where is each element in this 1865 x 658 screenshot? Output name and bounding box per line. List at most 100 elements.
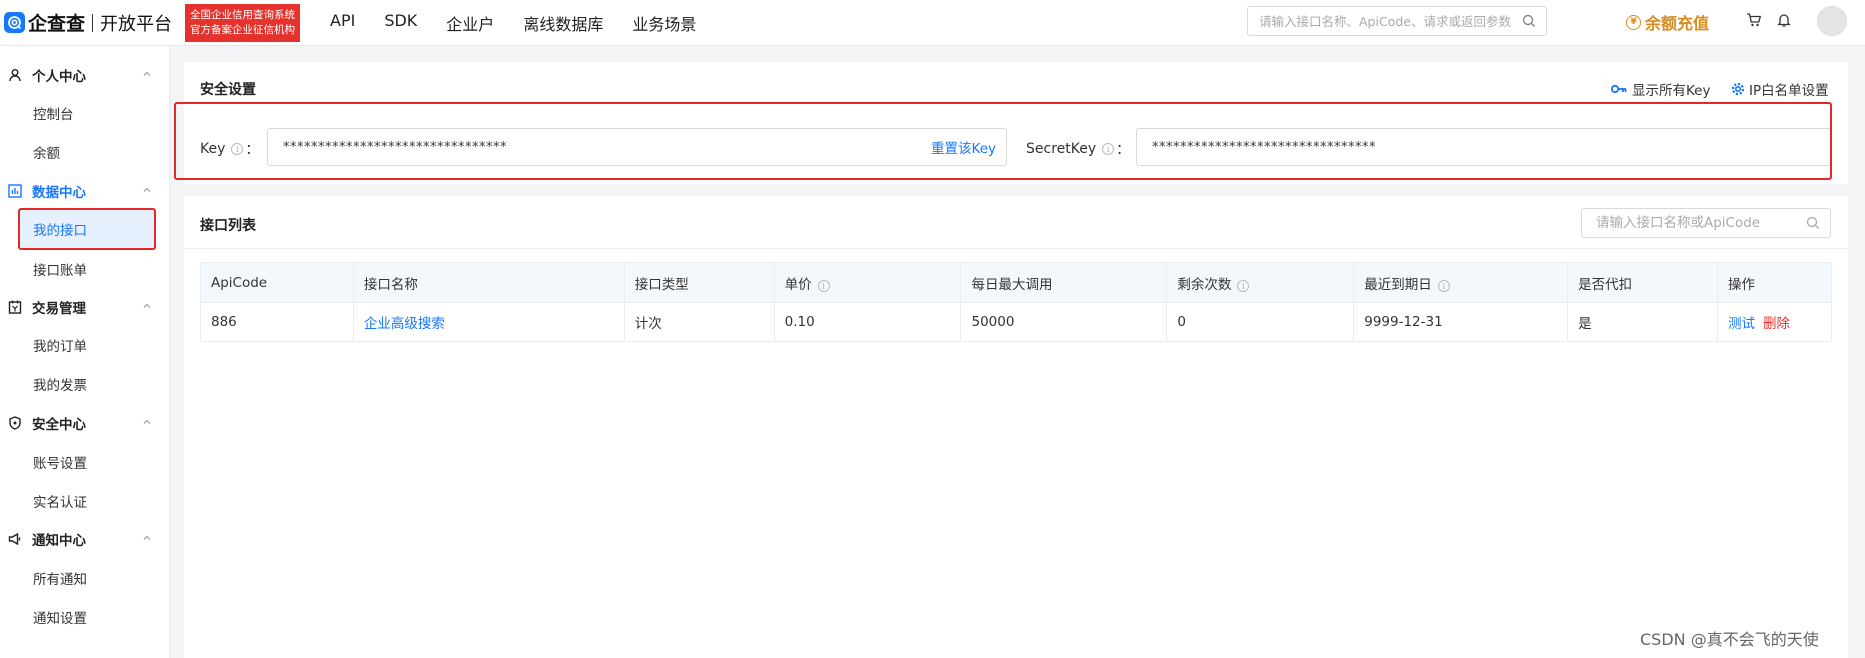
shield-icon bbox=[8, 415, 24, 431]
sidebar-item-my-invoices[interactable]: 我的发票 bbox=[20, 365, 155, 403]
secret-key-label-colon: ： bbox=[1116, 142, 1131, 158]
watermark: CSDN @真不会飞的天使 bbox=[1640, 630, 1819, 649]
key-label-colon: ： bbox=[245, 142, 260, 158]
table-row: 886 企业高级搜索 计次 0.10 50000 0 9999-12-31 是 … bbox=[200, 302, 1833, 342]
nav-offline-database[interactable]: 离线数据库 bbox=[523, 11, 603, 35]
chevron-up-icon bbox=[142, 415, 152, 431]
sidebar-group-label: 数据中心 bbox=[32, 185, 86, 201]
cart-icon[interactable] bbox=[1746, 12, 1762, 32]
show-all-keys-button[interactable]: 显示所有Key bbox=[1611, 79, 1710, 99]
col-expiry-label: 最近到期日 bbox=[1364, 276, 1432, 293]
nav-enterprise-account[interactable]: 企业户 bbox=[446, 11, 494, 35]
show-all-keys-label: 显示所有Key bbox=[1632, 83, 1711, 99]
ip-whitelist-label: IP白名单设置 bbox=[1749, 83, 1829, 99]
col-expiry: 最近到期日 i bbox=[1353, 262, 1569, 303]
test-button[interactable]: 测试 bbox=[1728, 316, 1755, 332]
nav-business-scenarios[interactable]: 业务场景 bbox=[632, 11, 696, 35]
chevron-up-icon bbox=[142, 531, 152, 547]
bell-icon[interactable] bbox=[1776, 12, 1792, 32]
key-label-text: Key bbox=[200, 141, 226, 157]
search-icon[interactable] bbox=[1806, 216, 1820, 234]
sidebar-group-notifications[interactable]: 通知中心 bbox=[0, 527, 170, 551]
global-search-input[interactable] bbox=[1259, 13, 1517, 29]
col-actions: 操作 bbox=[1716, 262, 1833, 303]
delete-button[interactable]: 删除 bbox=[1763, 316, 1790, 332]
brand-logo[interactable]: 企查查 开放平台 bbox=[4, 0, 172, 46]
sidebar-item-notification-settings[interactable]: 通知设置 bbox=[20, 598, 155, 636]
recharge-button[interactable]: ¥ 余额充值 bbox=[1626, 10, 1709, 34]
transaction-icon bbox=[8, 299, 24, 315]
col-remaining-label: 剩余次数 bbox=[1177, 276, 1232, 293]
api-list-title: 接口列表 bbox=[200, 218, 256, 234]
info-icon[interactable]: i bbox=[1237, 280, 1250, 292]
global-search bbox=[1247, 6, 1547, 36]
info-icon[interactable]: i bbox=[1437, 280, 1450, 292]
info-icon[interactable]: i bbox=[231, 143, 244, 155]
cell-remaining: 0 bbox=[1166, 302, 1355, 342]
cell-api-type: 计次 bbox=[623, 302, 775, 342]
coin-icon: ¥ bbox=[1626, 14, 1641, 30]
security-settings-title: 安全设置 bbox=[200, 82, 256, 98]
logo-mark-icon bbox=[4, 12, 25, 33]
cell-api-name: 企业高级搜索 bbox=[352, 302, 625, 342]
cell-daily-max: 50000 bbox=[960, 302, 1168, 342]
sidebar-group-transactions[interactable]: 交易管理 bbox=[0, 295, 170, 319]
key-icon bbox=[1611, 83, 1627, 95]
sidebar-group-label: 安全中心 bbox=[32, 417, 86, 433]
sidebar-group-personal-center[interactable]: 个人中心 bbox=[0, 63, 170, 87]
search-icon[interactable] bbox=[1522, 14, 1536, 32]
sidebar: 个人中心 控制台 余额 数据中心 我的接口 接口账单 交易管理 我的订单 我的发… bbox=[0, 46, 170, 658]
sidebar-group-label: 通知中心 bbox=[32, 533, 86, 549]
sidebar-group-security-center[interactable]: 安全中心 bbox=[0, 411, 170, 435]
cell-actions: 测试 删除 bbox=[1716, 302, 1833, 342]
api-key-field[interactable]: ******************************** 重置该Key bbox=[267, 128, 1007, 166]
secret-key-value: ******************************** bbox=[1152, 139, 1376, 155]
secret-key-field[interactable]: ******************************** bbox=[1136, 128, 1832, 166]
reset-key-button[interactable]: 重置该Key bbox=[931, 137, 996, 157]
col-unit-price-label: 单价 bbox=[784, 276, 812, 293]
cell-api-code: 886 bbox=[200, 302, 354, 342]
chart-icon bbox=[8, 183, 24, 199]
credit-badge-line2: 官方备案企业征信机构 bbox=[190, 23, 296, 36]
api-key-value: ******************************** bbox=[283, 139, 507, 155]
col-api-code: ApiCode bbox=[200, 262, 354, 303]
nav-sdk[interactable]: SDK bbox=[384, 11, 417, 35]
col-daily-max: 每日最大调用 bbox=[960, 262, 1168, 303]
platform-title: 开放平台 bbox=[100, 13, 173, 35]
sidebar-item-my-apis[interactable]: 我的接口 bbox=[20, 210, 155, 248]
sidebar-item-real-name-auth[interactable]: 实名认证 bbox=[20, 482, 155, 520]
ip-whitelist-button[interactable]: IP白名单设置 bbox=[1731, 79, 1829, 99]
sidebar-item-console[interactable]: 控制台 bbox=[20, 94, 155, 132]
secret-key-label: SecretKey i ： bbox=[1026, 139, 1130, 159]
sidebar-item-account-settings[interactable]: 账号设置 bbox=[20, 443, 155, 481]
megaphone-icon bbox=[8, 531, 24, 547]
col-api-name: 接口名称 bbox=[352, 262, 625, 303]
nav-api[interactable]: API bbox=[330, 11, 355, 35]
sidebar-group-label: 交易管理 bbox=[32, 301, 86, 317]
cell-expiry: 9999-12-31 bbox=[1353, 302, 1569, 342]
sidebar-item-balance[interactable]: 余额 bbox=[20, 133, 155, 171]
api-name-link[interactable]: 企业高级搜索 bbox=[364, 316, 445, 332]
sidebar-item-all-notifications[interactable]: 所有通知 bbox=[20, 559, 155, 597]
col-api-type: 接口类型 bbox=[623, 262, 775, 303]
table-header-row: ApiCode 接口名称 接口类型 单价 i 每日最大调用 剩余次数 i 最近到期日… bbox=[200, 262, 1833, 303]
sidebar-item-api-bills[interactable]: 接口账单 bbox=[20, 250, 155, 288]
col-auto-deduct: 是否代扣 bbox=[1567, 262, 1718, 303]
info-icon[interactable]: i bbox=[1102, 143, 1115, 155]
user-icon bbox=[8, 67, 24, 83]
sidebar-group-label: 个人中心 bbox=[32, 69, 86, 85]
chevron-up-icon bbox=[142, 67, 152, 83]
api-table: ApiCode 接口名称 接口类型 单价 i 每日最大调用 剩余次数 i 最近到期日… bbox=[200, 262, 1833, 342]
logo-text: 企查查 bbox=[28, 13, 86, 35]
credit-badge-line1: 全国企业信用查询系统 bbox=[190, 8, 296, 21]
user-avatar[interactable] bbox=[1817, 6, 1847, 36]
info-icon[interactable]: i bbox=[817, 280, 830, 292]
sidebar-group-data-center[interactable]: 数据中心 bbox=[0, 179, 170, 203]
col-remaining: 剩余次数 i bbox=[1166, 262, 1355, 303]
chevron-up-icon bbox=[142, 183, 152, 199]
gear-icon bbox=[1731, 82, 1745, 96]
col-unit-price: 单价 i bbox=[773, 262, 962, 303]
sidebar-item-my-orders[interactable]: 我的订单 bbox=[20, 326, 155, 364]
api-list-search-input[interactable] bbox=[1596, 215, 1796, 231]
api-list-search bbox=[1581, 208, 1831, 238]
